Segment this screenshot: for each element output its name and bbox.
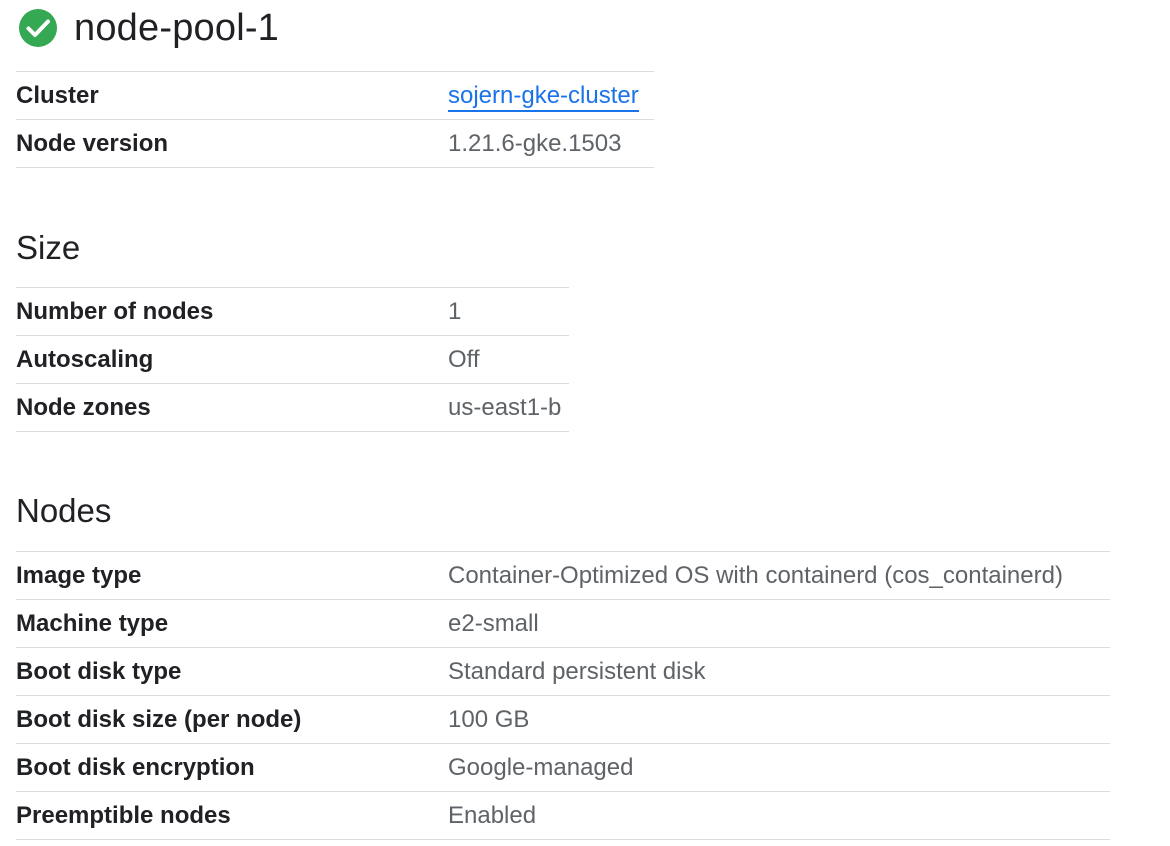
general-details-table: Cluster sojern-gke-cluster Node version … [16,71,654,168]
node-zones-label: Node zones [16,393,151,421]
check-circle-icon [18,8,58,48]
preemptible-nodes-value: Enabled [448,801,537,829]
table-row: Boot disk type Standard persistent disk [16,647,1110,696]
table-row: Autoscaling Off [16,335,569,384]
image-type-label: Image type [16,561,142,589]
cluster-label: Cluster [16,81,99,109]
image-type-value: Container-Optimized OS with containerd (… [448,561,1063,589]
table-row: Cluster sojern-gke-cluster [16,71,654,120]
preemptible-nodes-label: Preemptible nodes [16,801,231,829]
table-row: Image type Container-Optimized OS with c… [16,551,1110,600]
boot-disk-size-label: Boot disk size (per node) [16,705,302,733]
page-title: node-pool-1 [74,6,280,49]
number-of-nodes-label: Number of nodes [16,297,214,325]
node-zones-value: us-east1-b [448,393,562,421]
table-row: Preemptible nodes Enabled [16,791,1110,840]
size-heading: Size [16,229,81,266]
table-row: Machine type e2-small [16,599,1110,648]
machine-type-label: Machine type [16,609,169,637]
nodes-heading: Nodes [16,492,112,529]
nodes-table: Image type Container-Optimized OS with c… [16,551,1110,840]
boot-disk-encryption-value: Google-managed [448,753,634,781]
boot-disk-size-value: 100 GB [448,705,530,733]
table-row: Boot disk size (per node) 100 GB [16,695,1110,744]
machine-type-value: e2-small [448,609,539,637]
size-table: Number of nodes 1 Autoscaling Off Node z… [16,287,569,432]
boot-disk-type-label: Boot disk type [16,657,182,685]
node-version-value: 1.21.6-gke.1503 [448,129,622,157]
boot-disk-encryption-label: Boot disk encryption [16,753,255,781]
table-row: Number of nodes 1 [16,287,569,336]
number-of-nodes-value: 1 [448,297,462,325]
boot-disk-type-value: Standard persistent disk [448,657,706,685]
cluster-link[interactable]: sojern-gke-cluster [448,81,639,112]
autoscaling-label: Autoscaling [16,345,154,373]
table-row: Boot disk encryption Google-managed [16,743,1110,792]
table-row: Node zones us-east1-b [16,383,569,432]
autoscaling-value: Off [448,345,480,373]
node-version-label: Node version [16,129,169,157]
page-header: node-pool-1 [18,6,279,50]
table-row: Node version 1.21.6-gke.1503 [16,119,654,168]
